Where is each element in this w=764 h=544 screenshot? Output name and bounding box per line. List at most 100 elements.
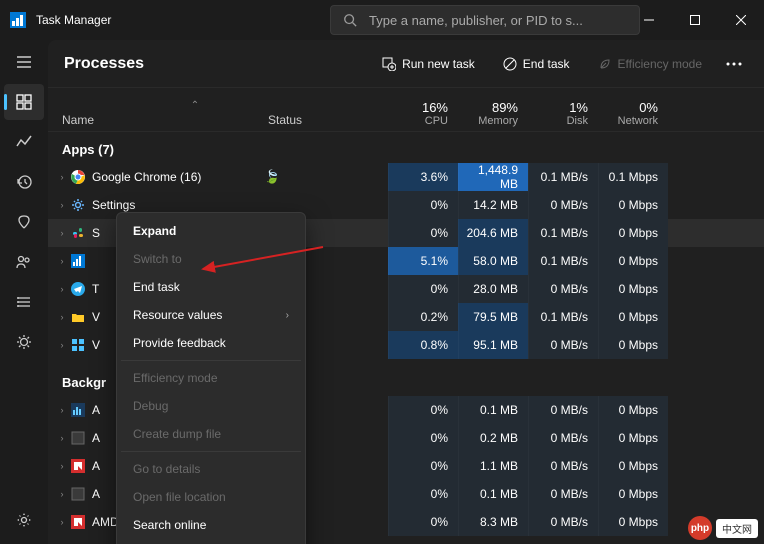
context-menu: Expand Switch to End task Resource value…	[116, 212, 306, 544]
close-button[interactable]	[718, 0, 764, 40]
cpu-cell: 3.6%	[388, 163, 458, 191]
cpu-cell: 0%	[388, 275, 458, 303]
memory-cell: 1.1 MB	[458, 452, 528, 480]
disk-cell: 0.1 MB/s	[528, 247, 598, 275]
maximize-button[interactable]	[672, 0, 718, 40]
app-icon	[68, 487, 88, 501]
app-icon	[10, 12, 26, 28]
cpu-cell: 0%	[388, 396, 458, 424]
run-task-icon	[382, 57, 396, 71]
app-icon	[68, 403, 88, 417]
menu-expand[interactable]: Expand	[121, 217, 301, 245]
group-apps[interactable]: Apps (7)	[48, 132, 764, 163]
hamburger-menu[interactable]	[4, 44, 44, 80]
cpu-cell: 0.2%	[388, 303, 458, 331]
efficiency-leaf-icon: 🍃	[264, 169, 280, 185]
network-cell: 0 Mbps	[598, 303, 668, 331]
memory-cell: 58.0 MB	[458, 247, 528, 275]
process-name: Google Chrome (16)	[88, 170, 264, 184]
disk-cell: 0.1 MB/s	[528, 163, 598, 191]
memory-cell: 14.2 MB	[458, 191, 528, 219]
minimize-button[interactable]	[626, 0, 672, 40]
menu-switch-to[interactable]: Switch to	[121, 245, 301, 273]
network-cell: 0 Mbps	[598, 424, 668, 452]
search-icon	[343, 13, 357, 27]
network-cell: 0 Mbps	[598, 331, 668, 359]
app-icon	[68, 254, 88, 268]
sort-indicator-icon: ⌃	[122, 100, 268, 111]
menu-debug[interactable]: Debug	[121, 392, 301, 420]
nav-settings[interactable]	[4, 502, 44, 538]
nav-users[interactable]	[4, 244, 44, 280]
nav-details[interactable]	[4, 284, 44, 320]
app-icon	[68, 459, 88, 473]
process-name: Settings	[88, 198, 264, 212]
efficiency-mode-button[interactable]: Efficiency mode	[588, 51, 713, 77]
run-new-task-button[interactable]: Run new task	[372, 51, 485, 77]
memory-cell: 79.5 MB	[458, 303, 528, 331]
disk-cell: 0 MB/s	[528, 396, 598, 424]
menu-provide-feedback[interactable]: Provide feedback	[121, 329, 301, 357]
search-input[interactable]: Type a name, publisher, or PID to s...	[330, 5, 640, 35]
header-cpu[interactable]: 16%CPU	[388, 100, 458, 127]
header-disk[interactable]: 1%Disk	[528, 100, 598, 127]
nav-services[interactable]	[4, 324, 44, 360]
cpu-cell: 0.8%	[388, 331, 458, 359]
more-icon	[726, 62, 742, 66]
titlebar: Task Manager Type a name, publisher, or …	[0, 0, 764, 40]
header-memory[interactable]: 89%Memory	[458, 100, 528, 127]
end-task-icon	[503, 57, 517, 71]
app-icon	[68, 282, 88, 296]
menu-go-to-details[interactable]: Go to details	[121, 455, 301, 483]
app-icon	[68, 310, 88, 324]
menu-create-dump[interactable]: Create dump file	[121, 420, 301, 448]
menu-efficiency-mode[interactable]: Efficiency mode	[121, 364, 301, 392]
menu-search-online[interactable]: Search online	[121, 511, 301, 539]
app-icon	[68, 169, 88, 185]
memory-cell: 8.3 MB	[458, 508, 528, 536]
cpu-cell: 0%	[388, 424, 458, 452]
app-icon	[68, 338, 88, 352]
watermark: php 中文网	[688, 516, 758, 540]
header-status[interactable]: Status	[268, 113, 388, 127]
process-status: 🍃	[264, 169, 388, 185]
network-cell: 0 Mbps	[598, 452, 668, 480]
memory-cell: 0.2 MB	[458, 424, 528, 452]
process-row[interactable]: ›Google Chrome (16)🍃3.6%1,448.9 MB0.1 MB…	[48, 163, 764, 191]
nav-performance[interactable]	[4, 124, 44, 160]
memory-cell: 0.1 MB	[458, 480, 528, 508]
nav-processes[interactable]	[4, 84, 44, 120]
search-placeholder: Type a name, publisher, or PID to s...	[369, 13, 583, 28]
network-cell: 0 Mbps	[598, 275, 668, 303]
memory-cell: 1,448.9 MB	[458, 163, 528, 191]
toolbar: Processes Run new task End task Efficien…	[48, 40, 764, 88]
nav-startup[interactable]	[4, 204, 44, 240]
app-icon	[68, 226, 88, 240]
network-cell: 0 Mbps	[598, 219, 668, 247]
leaf-icon	[598, 57, 612, 71]
nav-history[interactable]	[4, 164, 44, 200]
network-cell: 0 Mbps	[598, 191, 668, 219]
header-network[interactable]: 0%Network	[598, 100, 668, 127]
cpu-cell: 0%	[388, 480, 458, 508]
page-title: Processes	[64, 55, 144, 73]
network-cell: 0 Mbps	[598, 508, 668, 536]
menu-resource-values[interactable]: Resource values›	[121, 301, 301, 329]
more-button[interactable]	[720, 56, 748, 72]
menu-properties[interactable]: Properties	[121, 539, 301, 544]
process-list: Apps (7) ›Google Chrome (16)🍃3.6%1,448.9…	[48, 132, 764, 544]
network-cell: 0 Mbps	[598, 396, 668, 424]
disk-cell: 0 MB/s	[528, 191, 598, 219]
cpu-cell: 0%	[388, 219, 458, 247]
memory-cell: 28.0 MB	[458, 275, 528, 303]
header-name[interactable]: ⌃ Name	[48, 100, 268, 127]
disk-cell: 0.1 MB/s	[528, 303, 598, 331]
menu-open-file-location[interactable]: Open file location	[121, 483, 301, 511]
disk-cell: 0 MB/s	[528, 452, 598, 480]
disk-cell: 0 MB/s	[528, 480, 598, 508]
disk-cell: 0 MB/s	[528, 331, 598, 359]
memory-cell: 204.6 MB	[458, 219, 528, 247]
menu-end-task[interactable]: End task	[121, 273, 301, 301]
end-task-button[interactable]: End task	[493, 51, 580, 77]
content-area: Processes Run new task End task Efficien…	[48, 40, 764, 544]
